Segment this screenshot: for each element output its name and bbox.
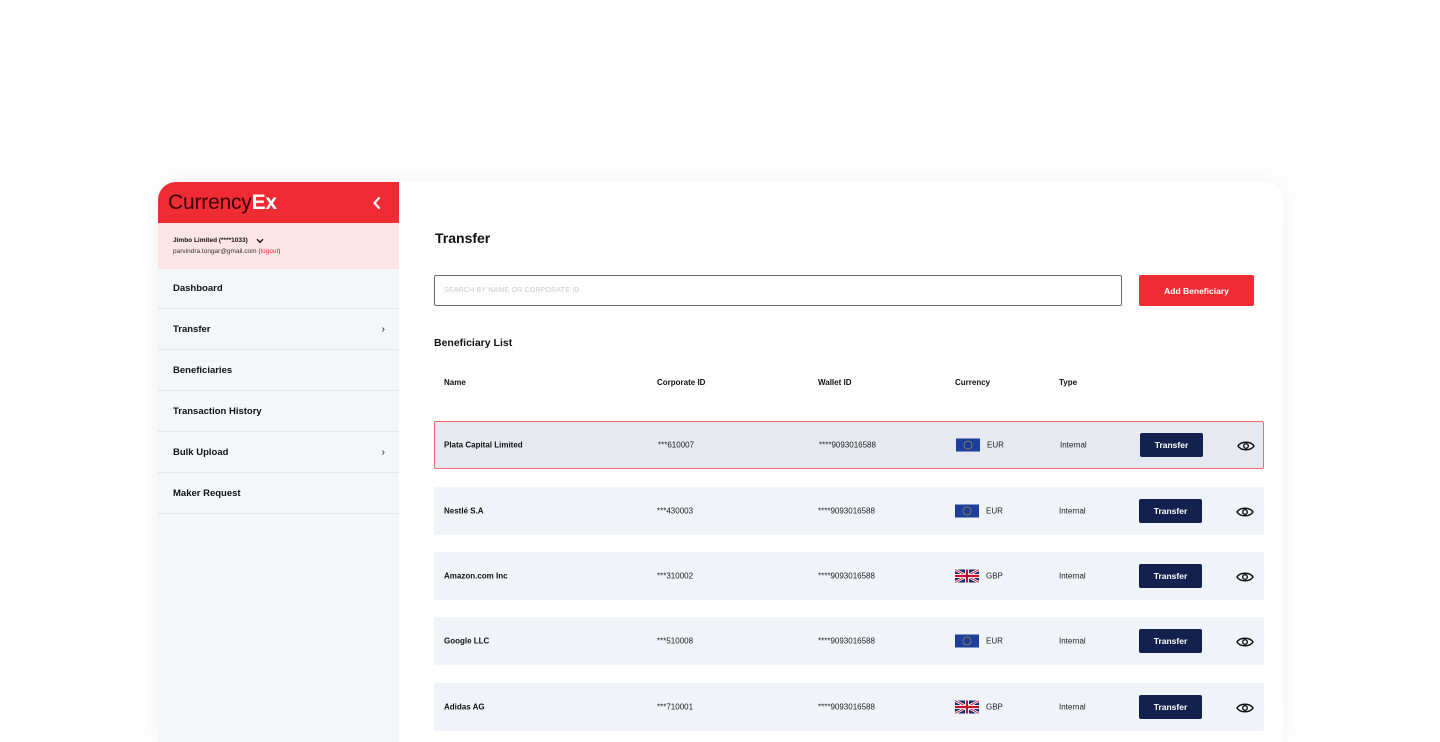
table-row[interactable]: Nestlé S.A ***430003 ****9093016588 EUR Inte…: [434, 487, 1264, 535]
eye-icon[interactable]: [1236, 701, 1254, 713]
chevron-right-icon: ›: [381, 446, 385, 458]
account-name: Jimbo Limited (****1033): [173, 237, 248, 244]
uk-flag-icon: [955, 700, 979, 714]
sidebar: CurrencyEx Jimbo Limited (****1033) parv…: [158, 182, 399, 742]
corporate-id: ***430003: [657, 506, 694, 516]
search-input[interactable]: [434, 275, 1122, 306]
app-window: CurrencyEx Jimbo Limited (****1033) parv…: [158, 182, 1283, 742]
beneficiary-name: Nestlé S.A: [444, 506, 484, 516]
transfer-button[interactable]: Transfer: [1139, 564, 1202, 588]
account-switcher[interactable]: Jimbo Limited (****1033): [173, 235, 384, 246]
sidebar-item-label: Dashboard: [173, 283, 223, 294]
logout-link[interactable]: logout: [261, 248, 279, 255]
wallet-id: ****9093016588: [819, 440, 876, 450]
transfer-button[interactable]: Transfer: [1139, 629, 1202, 653]
eye-icon[interactable]: [1237, 439, 1255, 451]
beneficiary-type: Internal: [1059, 571, 1086, 581]
uk-flag-icon: [955, 569, 979, 583]
sidebar-item-dashboard[interactable]: Dashboard: [158, 269, 399, 309]
eu-flag-icon: [955, 504, 979, 518]
sidebar-item-label: Bulk Upload: [173, 446, 229, 458]
table-row[interactable]: Google LLC ***510008 ****9093016588 EUR Inte…: [434, 617, 1264, 665]
sidebar-item-label: Transfer: [173, 323, 211, 335]
eye-icon[interactable]: [1236, 635, 1254, 647]
chevron-right-icon: ›: [381, 323, 385, 335]
currency-code: GBP: [986, 702, 1003, 712]
beneficiary-type: Internal: [1059, 702, 1086, 712]
table-row[interactable]: Adidas AG ***710001 ****9093016588 GBP Inter…: [434, 683, 1264, 731]
currency-cell: GBP: [955, 569, 1003, 583]
corporate-id: ***710001: [657, 702, 694, 712]
beneficiary-name: Amazon.com Inc: [444, 571, 508, 581]
chevron-left-icon: [373, 196, 381, 209]
corporate-id: ***610007: [658, 440, 695, 450]
beneficiary-type: Internal: [1059, 506, 1086, 516]
column-header-name: Name: [444, 378, 466, 387]
beneficiary-name: Google LLC: [444, 636, 490, 646]
transfer-button[interactable]: Transfer: [1139, 695, 1202, 719]
currency-code: EUR: [987, 440, 1004, 450]
currency-code: EUR: [986, 636, 1003, 646]
wallet-id: ****9093016588: [818, 636, 875, 646]
currency-cell: EUR: [955, 634, 1003, 648]
sidebar-item-transfer[interactable]: Transfer ›: [158, 309, 399, 350]
add-beneficiary-button[interactable]: Add Beneficiary: [1139, 275, 1254, 306]
currency-cell: EUR: [955, 504, 1003, 518]
sidebar-item-label: Beneficiaries: [173, 364, 233, 376]
brand-header: CurrencyEx: [158, 182, 399, 223]
beneficiary-list-title: Beneficiary List: [434, 337, 513, 349]
brand-logo: CurrencyEx: [168, 190, 277, 214]
sidebar-item-beneficiaries[interactable]: Beneficiaries: [158, 350, 399, 391]
main-content: Transfer Add Beneficiary Beneficiary Lis…: [399, 182, 1283, 742]
currency-cell: EUR: [956, 438, 1004, 452]
sidebar-item-maker-request[interactable]: Maker Request: [158, 473, 399, 514]
table-row[interactable]: Plata Capital Limited ***610007 ****909301…: [434, 421, 1264, 469]
sidebar-item-label: Maker Request: [173, 487, 241, 499]
eye-icon[interactable]: [1236, 505, 1254, 517]
beneficiary-type: Internal: [1059, 636, 1086, 646]
eye-icon[interactable]: [1236, 570, 1254, 582]
column-header-currency: Currency: [955, 378, 991, 387]
corporate-id: ***310002: [657, 571, 694, 581]
account-panel: Jimbo Limited (****1033) parvindra.tonga…: [158, 223, 399, 269]
currency-code: GBP: [986, 571, 1003, 581]
chevron-down-icon: [256, 238, 264, 243]
beneficiary-name: Adidas AG: [444, 702, 485, 712]
sidebar-nav: Dashboard Transfer › Beneficiaries Transacti…: [158, 269, 399, 514]
eu-flag-icon: [956, 438, 980, 452]
currency-code: EUR: [986, 506, 1003, 516]
transfer-button[interactable]: Transfer: [1139, 499, 1202, 523]
account-email: parvindra.tongar@gmail.com: [173, 248, 257, 255]
wallet-id: ****9093016588: [818, 506, 875, 516]
sidebar-item-label: Transaction History: [173, 405, 262, 417]
column-header-type: Type: [1059, 378, 1078, 387]
collapse-sidebar-button[interactable]: [367, 193, 387, 213]
currency-cell: GBP: [955, 700, 1003, 714]
sidebar-item-transaction-history[interactable]: Transaction History: [158, 391, 399, 432]
wallet-id: ****9093016588: [818, 571, 875, 581]
beneficiary-name: Plata Capital Limited: [444, 440, 523, 450]
eu-flag-icon: [955, 634, 979, 648]
account-email-line: parvindra.tongar@gmail.com (logout): [173, 248, 281, 255]
transfer-button[interactable]: Transfer: [1140, 433, 1203, 457]
page-title: Transfer: [435, 230, 491, 246]
corporate-id: ***510008: [657, 636, 694, 646]
table-row[interactable]: Amazon.com Inc ***310002 ****9093016588 GBP…: [434, 552, 1264, 600]
sidebar-item-bulk-upload[interactable]: Bulk Upload ›: [158, 432, 399, 473]
column-header-corporate-id: Corporate ID: [657, 378, 706, 387]
wallet-id: ****9093016588: [818, 702, 875, 712]
column-header-wallet-id: Wallet ID: [818, 378, 852, 387]
beneficiary-type: Internal: [1060, 440, 1087, 450]
